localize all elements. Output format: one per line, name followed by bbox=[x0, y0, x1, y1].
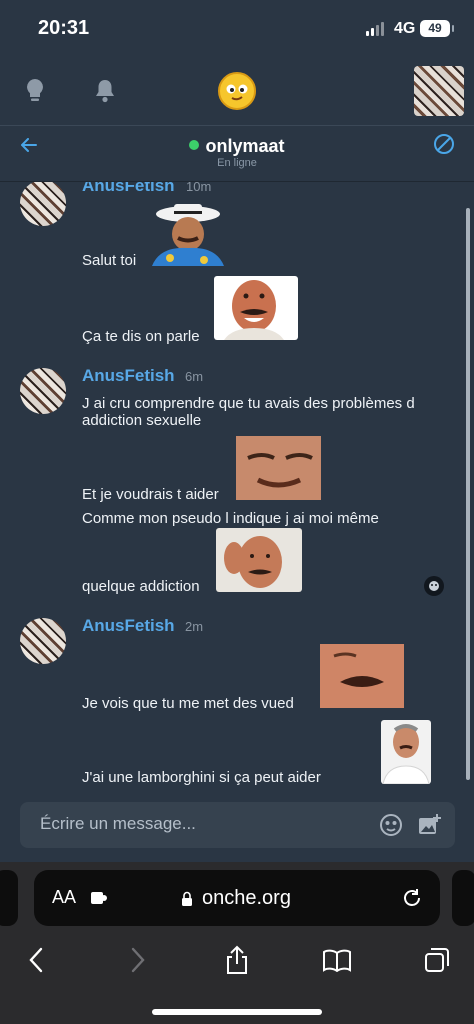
bookmarks-icon[interactable] bbox=[317, 940, 357, 980]
message-text: Ça te dis on parle bbox=[82, 328, 200, 345]
chat-header: onlymaat En ligne bbox=[0, 126, 474, 182]
message-text: Comme mon pseudo l indique j ai moi même bbox=[82, 510, 379, 527]
message-text: Salut toi bbox=[82, 252, 137, 269]
emoji-menu-icon[interactable] bbox=[218, 72, 256, 110]
add-image-icon[interactable] bbox=[416, 812, 442, 838]
message-author[interactable]: AnusFetish bbox=[82, 616, 175, 636]
user-avatar[interactable] bbox=[414, 66, 464, 116]
previous-tab-pill[interactable] bbox=[0, 870, 18, 926]
sticker-laughing-face[interactable] bbox=[214, 276, 298, 340]
message-text: addiction sexuelle bbox=[82, 412, 202, 429]
emoji-picker-icon[interactable] bbox=[378, 812, 404, 838]
next-tab-pill[interactable] bbox=[452, 870, 474, 926]
signal-icon bbox=[366, 22, 384, 36]
message-text: quelque addiction bbox=[82, 578, 200, 595]
share-icon[interactable] bbox=[217, 940, 257, 980]
text-size-button[interactable]: AA bbox=[52, 887, 76, 908]
message-time: 10m bbox=[186, 182, 212, 194]
chat-title[interactable]: onlymaat bbox=[0, 136, 474, 157]
chat-status: En ligne bbox=[217, 157, 257, 169]
address-bar[interactable]: AA onche.org bbox=[34, 870, 440, 926]
sender-avatar[interactable] bbox=[20, 368, 66, 414]
reload-icon[interactable] bbox=[400, 886, 424, 910]
message-text: Je vois que tu me met des vued bbox=[82, 695, 294, 712]
url-text[interactable]: onche.org bbox=[202, 887, 291, 910]
message-text: J'ai une lamborghini si ça peut aider bbox=[82, 769, 321, 786]
lock-icon bbox=[180, 890, 194, 906]
message-author[interactable]: AnusFetish bbox=[82, 366, 175, 386]
forward-icon[interactable] bbox=[118, 940, 158, 980]
bell-icon[interactable] bbox=[92, 76, 118, 106]
message-author[interactable]: AnusFetish bbox=[82, 182, 175, 196]
message-composer: Écrire un message... bbox=[20, 802, 455, 848]
online-indicator bbox=[189, 140, 200, 150]
message-time: 2m bbox=[185, 619, 204, 634]
sticker-close-face[interactable] bbox=[236, 436, 321, 500]
sender-avatar[interactable] bbox=[20, 182, 66, 226]
message-input[interactable]: Écrire un message... bbox=[40, 814, 196, 834]
extension-icon[interactable] bbox=[88, 889, 110, 907]
message-list[interactable]: AnusFetish 10m Salut toi Ça te dis on pa… bbox=[0, 182, 474, 794]
sticker-mustache-face[interactable] bbox=[320, 644, 404, 708]
scrollbar[interactable] bbox=[466, 208, 470, 780]
status-bar: 20:31 4G 49 bbox=[0, 0, 474, 58]
top-nav bbox=[0, 58, 474, 126]
home-indicator bbox=[152, 1009, 322, 1015]
sticker-man-in-shirt[interactable] bbox=[381, 720, 431, 785]
message-group: AnusFetish 2m Je vois que tu me met des … bbox=[0, 614, 460, 794]
message-group: AnusFetish 10m Salut toi Ça te dis on pa… bbox=[0, 182, 460, 352]
sticker-sombrero[interactable] bbox=[146, 202, 230, 266]
battery-level: 49 bbox=[428, 21, 442, 35]
status-time: 20:31 bbox=[38, 17, 90, 39]
browser-chrome: AA onche.org bbox=[0, 862, 474, 1024]
block-icon[interactable] bbox=[432, 132, 456, 156]
sticker-hand-on-face[interactable] bbox=[216, 528, 302, 592]
battery-icon: 49 bbox=[420, 20, 454, 37]
reaction-emoji-icon[interactable] bbox=[424, 576, 444, 596]
tabs-icon[interactable] bbox=[417, 940, 457, 980]
back-icon[interactable] bbox=[16, 940, 56, 980]
message-group: AnusFetish 6m J ai cru comprendre que tu… bbox=[0, 364, 460, 604]
chat-username: onlymaat bbox=[205, 136, 285, 156]
message-time: 6m bbox=[185, 369, 204, 384]
network-type: 4G bbox=[394, 20, 416, 37]
lightbulb-icon[interactable] bbox=[22, 76, 48, 106]
sender-avatar[interactable] bbox=[20, 618, 66, 664]
message-text: Et je voudrais t aider bbox=[82, 486, 219, 503]
